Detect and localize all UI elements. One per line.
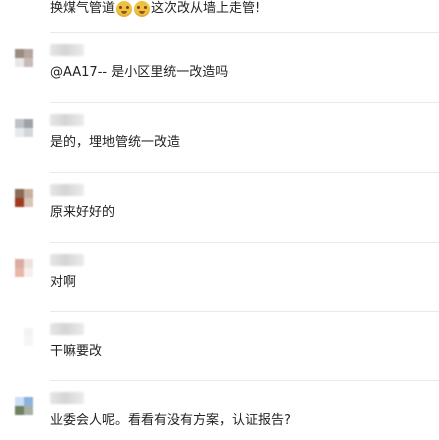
avatar[interactable] bbox=[7, 389, 41, 423]
avatar-pixel bbox=[15, 406, 24, 415]
comment-text: 干嘛要改 bbox=[50, 344, 103, 359]
avatar[interactable] bbox=[7, 320, 41, 354]
blurred-username[interactable] bbox=[50, 114, 84, 126]
comment-text: 是的，埋地管统一改造 bbox=[50, 135, 181, 150]
avatar-pixel bbox=[24, 259, 33, 268]
avatar-pixel bbox=[15, 119, 24, 128]
avatar-pixel bbox=[15, 189, 24, 198]
avatar-pixel bbox=[24, 328, 33, 337]
comment-item: 对啊 bbox=[0, 243, 439, 312]
avatar-pixel bbox=[15, 268, 24, 277]
avatar-pixel bbox=[15, 128, 24, 137]
avatar-pixel bbox=[24, 268, 33, 277]
avatar-pixel bbox=[15, 337, 24, 346]
avatar-pixel bbox=[24, 397, 33, 406]
avatar-pixel bbox=[24, 49, 33, 58]
avatar-pixel bbox=[24, 119, 33, 128]
avatar-pixel bbox=[24, 337, 33, 346]
avatar-pixel bbox=[24, 406, 33, 415]
avatar[interactable] bbox=[7, 41, 41, 75]
blurred-username[interactable] bbox=[50, 323, 84, 335]
comment-item: @AA17-- 是小区里统一改造吗 bbox=[0, 33, 439, 102]
avatar[interactable] bbox=[7, 251, 41, 285]
avatar-pixel bbox=[15, 58, 24, 67]
avatar-pixel bbox=[15, 198, 24, 207]
avatar[interactable] bbox=[7, 111, 41, 145]
avatar-pixel bbox=[24, 58, 33, 67]
message-text-part: 换煤气管道 bbox=[50, 1, 116, 16]
avatar[interactable] bbox=[7, 181, 41, 215]
avatar-pixel bbox=[24, 189, 33, 198]
message-text-part: 这次改从墙上走管! bbox=[151, 1, 261, 16]
comment-item: 是的，埋地管统一改造 bbox=[0, 103, 439, 172]
avatar-pixel bbox=[24, 128, 33, 137]
avatar-pixel bbox=[24, 198, 33, 207]
grinning-face-icon bbox=[134, 1, 151, 17]
comment-message-top: 换煤气管道 这次改从墙上走管! bbox=[50, 0, 260, 21]
comment-text: 原来好好的 bbox=[50, 205, 116, 220]
comment-text: @AA17-- 是小区里统一改造吗 bbox=[50, 65, 229, 80]
comment-item: 原来好好的 bbox=[0, 173, 439, 242]
grinning-face-icon bbox=[116, 1, 133, 17]
avatar-pixel bbox=[15, 328, 24, 337]
comment-thread: 换煤气管道 这次改从墙上走管! @AA17-- 是小区里统一改造吗 是的，埋地管… bbox=[0, 0, 439, 440]
blurred-username[interactable] bbox=[50, 392, 84, 404]
avatar-pixel bbox=[15, 259, 24, 268]
comment-text: 业委会人呢。看看有没有方案，认证报告? bbox=[50, 413, 291, 428]
blurred-username[interactable] bbox=[50, 254, 84, 266]
comment-text: 对啊 bbox=[50, 275, 77, 290]
avatar-pixel bbox=[15, 49, 24, 58]
avatar-pixel bbox=[15, 397, 24, 406]
blurred-username[interactable] bbox=[50, 44, 84, 56]
blurred-username[interactable] bbox=[50, 184, 84, 196]
comment-item: 干嘛要改 bbox=[0, 312, 439, 381]
comment-item: 业委会人呢。看看有没有方案，认证报告? bbox=[0, 381, 439, 440]
